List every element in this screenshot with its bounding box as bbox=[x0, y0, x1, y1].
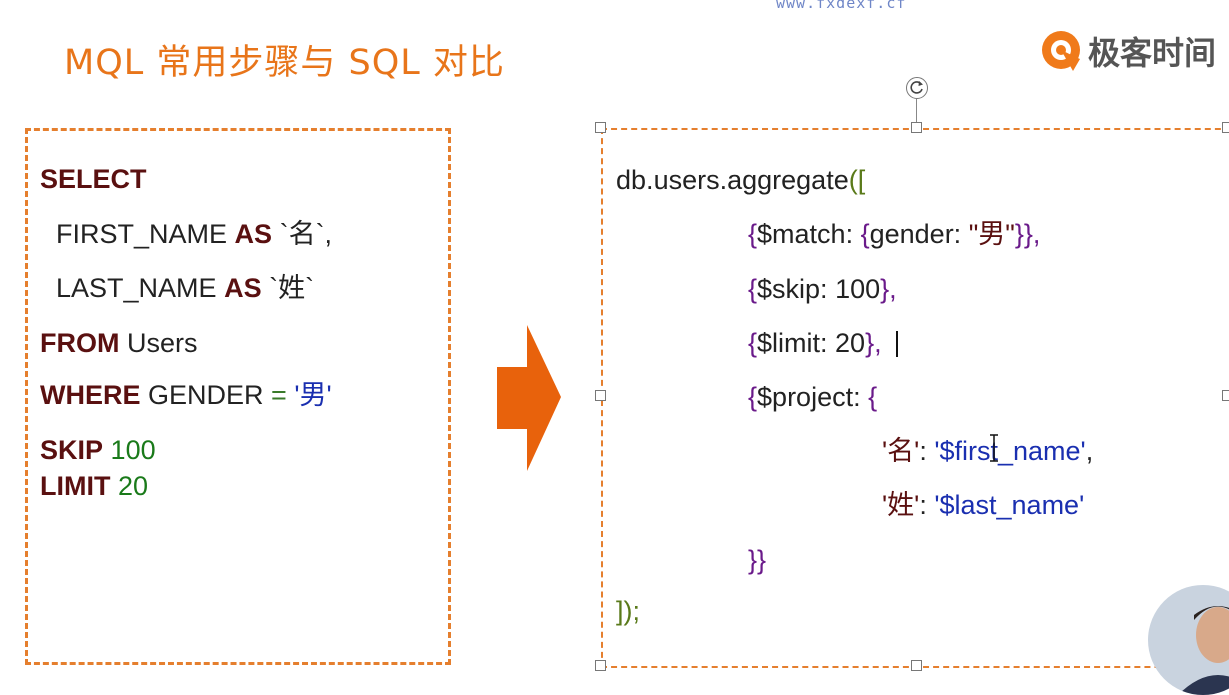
code-token: $project: bbox=[757, 382, 869, 412]
code-token: : bbox=[919, 436, 935, 466]
mongo-line-project: {$project: { bbox=[748, 384, 877, 411]
code-token: { bbox=[860, 219, 870, 249]
resize-handle[interactable] bbox=[595, 660, 606, 671]
sql-keyword: AS bbox=[224, 273, 262, 303]
sql-number: 100 bbox=[110, 435, 156, 465]
code-token: }, bbox=[865, 328, 882, 358]
code-token: $match: bbox=[757, 219, 861, 249]
code-token: : bbox=[919, 490, 935, 520]
watermark: www.fxdexf.cf bbox=[776, 0, 907, 12]
mongo-code-box[interactable] bbox=[601, 128, 1229, 668]
mongo-line-skip: {$skip: 100}, bbox=[748, 276, 897, 303]
sql-line-from: FROM Users bbox=[40, 330, 198, 357]
sql-column: FIRST_NAME bbox=[56, 219, 228, 249]
sql-keyword: WHERE bbox=[40, 380, 141, 410]
code-token: '$last_name' bbox=[934, 490, 1085, 520]
sql-line-select: SELECT bbox=[40, 166, 147, 193]
sql-operator: = bbox=[271, 380, 287, 410]
sql-number: 20 bbox=[118, 471, 149, 501]
code-token: . bbox=[646, 165, 654, 195]
sql-keyword: SELECT bbox=[40, 164, 147, 194]
sql-keyword: AS bbox=[234, 219, 273, 249]
code-token: ]); bbox=[616, 596, 640, 626]
code-token: { bbox=[748, 328, 758, 358]
brand-name: 极客时间 bbox=[1088, 34, 1217, 72]
code-token: { bbox=[748, 219, 758, 249]
code-token: { bbox=[868, 382, 878, 412]
code-token: , bbox=[1085, 436, 1094, 466]
sql-keyword: SKIP bbox=[40, 435, 104, 465]
sql-string: '男' bbox=[294, 380, 332, 410]
code-token: '姓' bbox=[882, 490, 920, 520]
sql-table: Users bbox=[127, 328, 198, 358]
right-arrow-icon bbox=[497, 325, 561, 471]
brand: 极客时间 bbox=[1040, 28, 1216, 74]
resize-handle[interactable] bbox=[1222, 122, 1229, 133]
code-token: gender: bbox=[869, 219, 969, 249]
resize-handle[interactable] bbox=[911, 660, 922, 671]
sql-line-where: WHERE GENDER = '男' bbox=[40, 382, 332, 409]
sql-line-first-name: FIRST_NAME AS `名`, bbox=[56, 221, 332, 248]
resize-handle[interactable] bbox=[595, 122, 606, 133]
code-token: }}, bbox=[1014, 219, 1041, 249]
resize-handle[interactable] bbox=[911, 122, 922, 133]
mongo-line-aggregate: db.users.aggregate([ bbox=[616, 167, 865, 194]
code-token: users bbox=[653, 165, 720, 195]
sql-line-skip: SKIP 100 bbox=[40, 437, 156, 464]
slide-title: MQL 常用步骤与 SQL 对比 bbox=[64, 43, 505, 83]
code-token: $skip: 100 bbox=[757, 274, 881, 304]
code-token: aggregate bbox=[727, 165, 849, 195]
resize-handle[interactable] bbox=[1222, 390, 1229, 401]
sql-line-last-name: LAST_NAME AS `姓` bbox=[56, 275, 314, 302]
code-token: { bbox=[748, 382, 758, 412]
text-cursor-icon bbox=[990, 434, 998, 462]
mongo-line-project-last: '姓': '$last_name' bbox=[882, 492, 1084, 519]
code-token: }} bbox=[748, 545, 767, 575]
sql-keyword: LIMIT bbox=[40, 471, 111, 501]
code-token: { bbox=[748, 274, 758, 304]
sql-keyword: FROM bbox=[40, 328, 120, 358]
mongo-line-match: {$match: {gender: "男"}}, bbox=[748, 221, 1040, 248]
code-token: ([ bbox=[848, 165, 866, 195]
sql-alias: `名`, bbox=[279, 219, 333, 249]
rotate-handle-stem bbox=[916, 99, 917, 122]
sql-alias: `姓` bbox=[269, 273, 315, 303]
rotate-icon bbox=[910, 81, 923, 94]
code-token: '名' bbox=[882, 436, 920, 466]
sql-column: GENDER bbox=[148, 380, 264, 410]
code-token: . bbox=[719, 165, 728, 195]
geektime-logo-icon bbox=[1042, 31, 1080, 71]
code-token: }, bbox=[880, 274, 897, 304]
code-token: "男" bbox=[968, 219, 1015, 249]
rotate-handle[interactable] bbox=[906, 77, 928, 99]
mongo-line-end: ]); bbox=[616, 598, 640, 625]
sql-line-limit: LIMIT 20 bbox=[40, 473, 148, 500]
resize-handle[interactable] bbox=[595, 390, 606, 401]
code-token: $limit: 20 bbox=[757, 328, 866, 358]
code-token: '$first_name' bbox=[934, 436, 1086, 466]
code-token: db bbox=[616, 165, 647, 195]
mongo-line-limit: {$limit: 20}, bbox=[748, 330, 882, 357]
mongo-line-project-close: }} bbox=[748, 547, 766, 574]
sql-column: LAST_NAME bbox=[56, 273, 217, 303]
text-caret bbox=[896, 331, 898, 357]
